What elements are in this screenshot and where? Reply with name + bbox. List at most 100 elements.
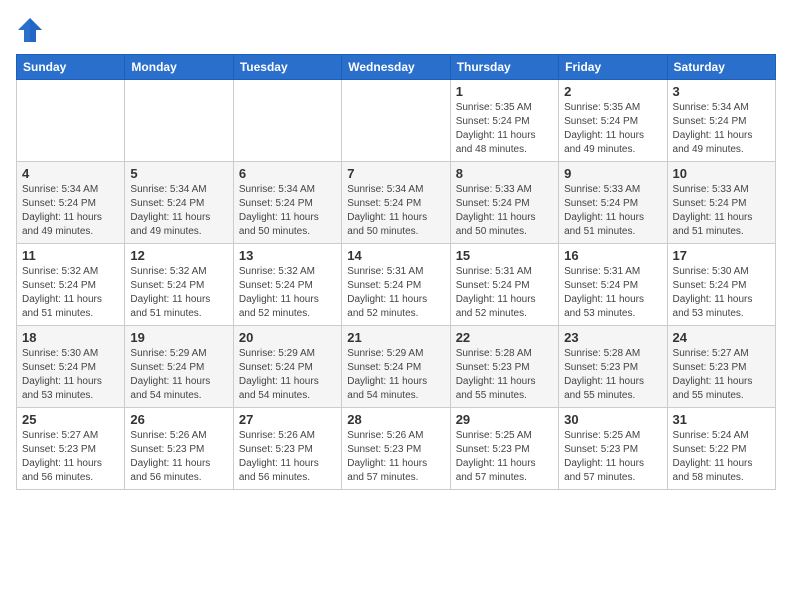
page-header — [16, 16, 776, 44]
dow-cell: Saturday — [667, 55, 775, 80]
day-number: 21 — [347, 330, 444, 345]
day-info: Sunrise: 5:34 AM Sunset: 5:24 PM Dayligh… — [673, 101, 770, 157]
day-info: Sunrise: 5:32 AM Sunset: 5:24 PM Dayligh… — [239, 265, 336, 321]
day-info: Sunrise: 5:30 AM Sunset: 5:24 PM Dayligh… — [673, 265, 770, 321]
day-number: 8 — [456, 166, 553, 181]
day-number: 5 — [130, 166, 227, 181]
day-info: Sunrise: 5:31 AM Sunset: 5:24 PM Dayligh… — [347, 265, 444, 321]
calendar-cell: 16 Sunrise: 5:31 AM Sunset: 5:24 PM Dayli… — [559, 244, 667, 326]
day-info: Sunrise: 5:26 AM Sunset: 5:23 PM Dayligh… — [239, 429, 336, 485]
logo — [16, 16, 48, 44]
calendar-cell — [342, 80, 450, 162]
dow-cell: Sunday — [17, 55, 125, 80]
day-info: Sunrise: 5:32 AM Sunset: 5:24 PM Dayligh… — [22, 265, 119, 321]
calendar-week: 11 Sunrise: 5:32 AM Sunset: 5:24 PM Dayli… — [17, 244, 776, 326]
day-info: Sunrise: 5:31 AM Sunset: 5:24 PM Dayligh… — [564, 265, 661, 321]
calendar-week: 1Sunrise: 5:35 AM Sunset: 5:24 PM Daylig… — [17, 80, 776, 162]
day-number: 18 — [22, 330, 119, 345]
calendar-cell: 19 Sunrise: 5:29 AM Sunset: 5:24 PM Dayli… — [125, 326, 233, 408]
day-number: 9 — [564, 166, 661, 181]
calendar-cell: 20Sunrise: 5:29 AM Sunset: 5:24 PM Dayli… — [233, 326, 341, 408]
calendar-cell — [17, 80, 125, 162]
day-info: Sunrise: 5:33 AM Sunset: 5:24 PM Dayligh… — [564, 183, 661, 239]
day-number: 6 — [239, 166, 336, 181]
day-info: Sunrise: 5:31 AM Sunset: 5:24 PM Dayligh… — [456, 265, 553, 321]
day-info: Sunrise: 5:26 AM Sunset: 5:23 PM Dayligh… — [347, 429, 444, 485]
calendar-cell: 21Sunrise: 5:29 AM Sunset: 5:24 PM Dayli… — [342, 326, 450, 408]
calendar-cell: 22 Sunrise: 5:28 AM Sunset: 5:23 PM Dayli… — [450, 326, 558, 408]
day-number: 22 — [456, 330, 553, 345]
calendar-cell — [125, 80, 233, 162]
day-info: Sunrise: 5:30 AM Sunset: 5:24 PM Dayligh… — [22, 347, 119, 403]
calendar-cell: 27 Sunrise: 5:26 AM Sunset: 5:23 PM Dayli… — [233, 408, 341, 490]
dow-cell: Tuesday — [233, 55, 341, 80]
calendar-cell: 13 Sunrise: 5:32 AM Sunset: 5:24 PM Dayli… — [233, 244, 341, 326]
calendar-cell: 25 Sunrise: 5:27 AM Sunset: 5:23 PM Dayli… — [17, 408, 125, 490]
calendar-table: SundayMondayTuesdayWednesdayThursdayFrid… — [16, 54, 776, 490]
day-info: Sunrise: 5:28 AM Sunset: 5:23 PM Dayligh… — [564, 347, 661, 403]
day-number: 25 — [22, 412, 119, 427]
day-info: Sunrise: 5:27 AM Sunset: 5:23 PM Dayligh… — [22, 429, 119, 485]
day-number: 28 — [347, 412, 444, 427]
day-number: 7 — [347, 166, 444, 181]
day-number: 10 — [673, 166, 770, 181]
calendar-cell — [233, 80, 341, 162]
day-number: 16 — [564, 248, 661, 263]
day-info: Sunrise: 5:32 AM Sunset: 5:24 PM Dayligh… — [130, 265, 227, 321]
calendar-cell: 15Sunrise: 5:31 AM Sunset: 5:24 PM Dayli… — [450, 244, 558, 326]
day-info: Sunrise: 5:34 AM Sunset: 5:24 PM Dayligh… — [239, 183, 336, 239]
day-info: Sunrise: 5:35 AM Sunset: 5:24 PM Dayligh… — [456, 101, 553, 157]
calendar-cell: 30Sunrise: 5:25 AM Sunset: 5:23 PM Dayli… — [559, 408, 667, 490]
day-number: 13 — [239, 248, 336, 263]
day-info: Sunrise: 5:24 AM Sunset: 5:22 PM Dayligh… — [673, 429, 770, 485]
calendar-cell: 6 Sunrise: 5:34 AM Sunset: 5:24 PM Daylig… — [233, 162, 341, 244]
day-number: 27 — [239, 412, 336, 427]
day-number: 11 — [22, 248, 119, 263]
day-number: 29 — [456, 412, 553, 427]
calendar-cell: 14 Sunrise: 5:31 AM Sunset: 5:24 PM Dayli… — [342, 244, 450, 326]
day-number: 4 — [22, 166, 119, 181]
day-number: 23 — [564, 330, 661, 345]
calendar-cell: 23 Sunrise: 5:28 AM Sunset: 5:23 PM Dayli… — [559, 326, 667, 408]
calendar-cell: 12 Sunrise: 5:32 AM Sunset: 5:24 PM Dayli… — [125, 244, 233, 326]
day-info: Sunrise: 5:27 AM Sunset: 5:23 PM Dayligh… — [673, 347, 770, 403]
day-number: 2 — [564, 84, 661, 99]
day-info: Sunrise: 5:29 AM Sunset: 5:24 PM Dayligh… — [130, 347, 227, 403]
day-number: 19 — [130, 330, 227, 345]
calendar-body: 1Sunrise: 5:35 AM Sunset: 5:24 PM Daylig… — [17, 80, 776, 490]
calendar-cell: 4 Sunrise: 5:34 AM Sunset: 5:24 PM Daylig… — [17, 162, 125, 244]
dow-cell: Friday — [559, 55, 667, 80]
day-info: Sunrise: 5:25 AM Sunset: 5:23 PM Dayligh… — [456, 429, 553, 485]
calendar-cell: 1Sunrise: 5:35 AM Sunset: 5:24 PM Daylig… — [450, 80, 558, 162]
calendar-week: 4 Sunrise: 5:34 AM Sunset: 5:24 PM Daylig… — [17, 162, 776, 244]
calendar-cell: 5 Sunrise: 5:34 AM Sunset: 5:24 PM Daylig… — [125, 162, 233, 244]
calendar-cell: 11 Sunrise: 5:32 AM Sunset: 5:24 PM Dayli… — [17, 244, 125, 326]
calendar-cell: 17Sunrise: 5:30 AM Sunset: 5:24 PM Dayli… — [667, 244, 775, 326]
day-info: Sunrise: 5:34 AM Sunset: 5:24 PM Dayligh… — [347, 183, 444, 239]
day-info: Sunrise: 5:35 AM Sunset: 5:24 PM Dayligh… — [564, 101, 661, 157]
calendar-cell: 26Sunrise: 5:26 AM Sunset: 5:23 PM Dayli… — [125, 408, 233, 490]
day-number: 30 — [564, 412, 661, 427]
day-number: 31 — [673, 412, 770, 427]
calendar-cell: 9 Sunrise: 5:33 AM Sunset: 5:24 PM Daylig… — [559, 162, 667, 244]
calendar-cell: 31 Sunrise: 5:24 AM Sunset: 5:22 PM Dayli… — [667, 408, 775, 490]
calendar-week: 25 Sunrise: 5:27 AM Sunset: 5:23 PM Dayli… — [17, 408, 776, 490]
day-info: Sunrise: 5:33 AM Sunset: 5:24 PM Dayligh… — [456, 183, 553, 239]
day-number: 24 — [673, 330, 770, 345]
calendar-cell: 24 Sunrise: 5:27 AM Sunset: 5:23 PM Dayli… — [667, 326, 775, 408]
day-number: 14 — [347, 248, 444, 263]
day-info: Sunrise: 5:34 AM Sunset: 5:24 PM Dayligh… — [22, 183, 119, 239]
day-info: Sunrise: 5:29 AM Sunset: 5:24 PM Dayligh… — [239, 347, 336, 403]
day-info: Sunrise: 5:28 AM Sunset: 5:23 PM Dayligh… — [456, 347, 553, 403]
calendar-cell: 29 Sunrise: 5:25 AM Sunset: 5:23 PM Dayli… — [450, 408, 558, 490]
day-number: 26 — [130, 412, 227, 427]
day-number: 12 — [130, 248, 227, 263]
calendar-cell: 7 Sunrise: 5:34 AM Sunset: 5:24 PM Daylig… — [342, 162, 450, 244]
calendar-cell: 10 Sunrise: 5:33 AM Sunset: 5:24 PM Dayli… — [667, 162, 775, 244]
calendar-week: 18 Sunrise: 5:30 AM Sunset: 5:24 PM Dayli… — [17, 326, 776, 408]
calendar-cell: 2 Sunrise: 5:35 AM Sunset: 5:24 PM Daylig… — [559, 80, 667, 162]
dow-cell: Monday — [125, 55, 233, 80]
logo-icon — [16, 16, 44, 44]
day-info: Sunrise: 5:34 AM Sunset: 5:24 PM Dayligh… — [130, 183, 227, 239]
day-info: Sunrise: 5:33 AM Sunset: 5:24 PM Dayligh… — [673, 183, 770, 239]
